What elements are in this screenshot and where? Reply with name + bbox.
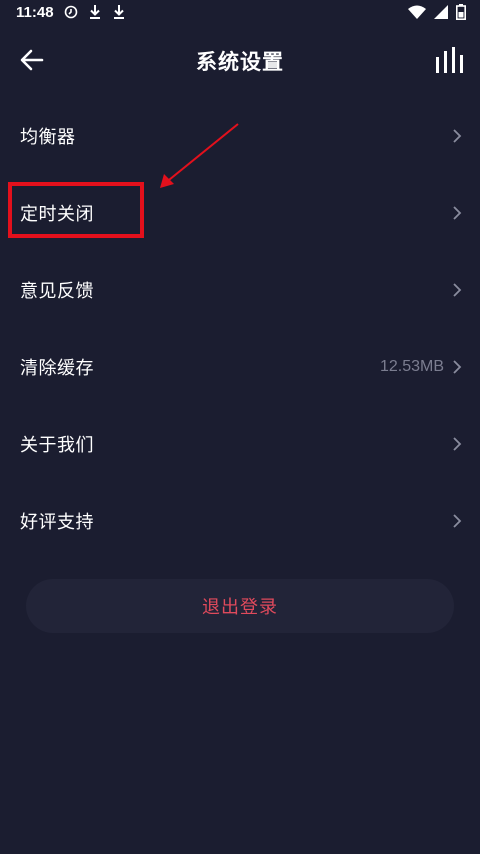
menu-item-label: 意见反馈 (20, 280, 94, 302)
menu-item-sleep-timer[interactable]: 定时关闭 (0, 174, 480, 251)
chevron-right-icon (452, 128, 462, 144)
chevron-right-icon (452, 205, 462, 221)
menu-item-label: 关于我们 (20, 434, 94, 456)
header: 系统设置 (0, 40, 480, 84)
status-right-icons (408, 4, 466, 24)
status-time: 11:48 (16, 4, 54, 21)
status-left-icons (64, 4, 126, 24)
menu-item-feedback[interactable]: 意见反馈 (0, 251, 480, 328)
chevron-right-icon (452, 513, 462, 529)
menu-item-equalizer[interactable]: 均衡器 (0, 97, 480, 174)
equalizer-icon (435, 47, 463, 77)
battery-icon (456, 4, 466, 24)
logout-button[interactable]: 退出登录 (26, 579, 454, 633)
chevron-right-icon (452, 359, 462, 375)
menu-item-rate-support[interactable]: 好评支持 (0, 482, 480, 559)
download-icon (88, 4, 102, 24)
settings-menu: 均衡器 定时关闭 意见反馈 清除缓存 12.53MB 关于我们 好评支持 (0, 97, 480, 559)
clock-icon (64, 4, 78, 24)
chevron-right-icon (452, 436, 462, 452)
menu-item-label: 好评支持 (20, 511, 94, 533)
menu-item-label: 均衡器 (20, 126, 76, 148)
signal-icon (434, 5, 448, 23)
cache-size-value: 12.53MB (379, 357, 444, 375)
download-icon (112, 4, 126, 24)
menu-item-label: 清除缓存 (20, 357, 94, 379)
menu-item-label: 定时关闭 (20, 203, 94, 225)
chevron-right-icon (452, 282, 462, 298)
wifi-icon (408, 5, 426, 23)
status-bar: 11:48 (0, 0, 480, 26)
menu-item-about-us[interactable]: 关于我们 (0, 405, 480, 482)
menu-item-clear-cache[interactable]: 清除缓存 12.53MB (0, 328, 480, 405)
equalizer-button[interactable] (434, 47, 464, 77)
page-title: 系统设置 (196, 50, 284, 74)
logout-label: 退出登录 (202, 597, 278, 618)
